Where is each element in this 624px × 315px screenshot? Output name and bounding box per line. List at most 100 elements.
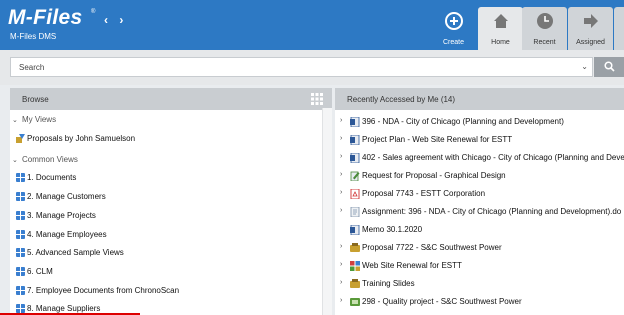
create-label: Create: [442, 39, 464, 46]
browse-title: Browse: [22, 95, 49, 104]
clock-icon: [536, 13, 553, 29]
view-item-label: 7. Employee Documents from ChronoScan: [27, 286, 180, 295]
assigned-label: Assigned: [576, 39, 605, 46]
grid-menu-icon[interactable]: [311, 93, 323, 105]
list-item-label: Project Plan - Web Site Renewal for ESTT: [362, 135, 513, 144]
forward-button[interactable]: ›: [119, 13, 123, 27]
plus-circle-icon: [444, 12, 463, 30]
search-placeholder: Search: [19, 63, 45, 72]
edit-doc-icon: [350, 171, 360, 181]
browse-header: Browse: [10, 88, 332, 110]
create-button[interactable]: Create: [431, 7, 476, 50]
project-icon: [350, 298, 360, 306]
list-item[interactable]: › Training Slides: [340, 276, 624, 292]
list-item-label: 402 - Sales agreement with Chicago - Cit…: [362, 153, 624, 162]
vault-name: M-Files DMS: [10, 32, 57, 41]
browse-scrollbar[interactable]: [322, 108, 332, 315]
list-item[interactable]: › Assignment: 396 - NDA - City of Chicag…: [340, 204, 624, 220]
view-item-label: 2. Manage Customers: [27, 192, 106, 201]
list-item[interactable]: › 396 - NDA - City of Chicago (Planning …: [340, 114, 624, 130]
expand-chevron-icon[interactable]: ›: [340, 279, 342, 286]
tab-assigned[interactable]: Assigned: [568, 7, 613, 50]
proposal-view-icon: [16, 134, 25, 143]
collapse-chevron-icon: ⌄: [12, 117, 18, 124]
tab-more[interactable]: [614, 7, 624, 50]
list-item[interactable]: › Project Plan - Web Site Renewal for ES…: [340, 132, 624, 148]
search-button[interactable]: [594, 57, 624, 77]
tab-recent[interactable]: Recent: [522, 7, 567, 50]
browse-pane: Browse: [10, 88, 332, 315]
view-item-label: Proposals by John Samuelson: [27, 134, 136, 143]
view-icon: [16, 230, 25, 239]
list-item[interactable]: › Request for Proposal - Graphical Desig…: [340, 168, 624, 184]
list-item[interactable]: › Web Site Renewal for ESTT: [340, 258, 624, 274]
search-bar: Search ⌄: [0, 50, 624, 85]
view-item-label: 4. Manage Employees: [27, 230, 107, 239]
nav-arrows: ‹ ›: [104, 13, 131, 27]
view-icon: [16, 286, 25, 295]
expand-chevron-icon[interactable]: ›: [340, 135, 342, 142]
word-doc-icon: [350, 117, 360, 127]
recent-header: Recently Accessed by Me (14): [335, 88, 624, 110]
recent-label: Recent: [533, 39, 556, 46]
collapse-chevron-icon: ⌄: [12, 157, 18, 164]
list-item[interactable]: › Proposal 7722 - S&C Southwest Power: [340, 240, 624, 256]
expand-chevron-icon[interactable]: ›: [340, 117, 342, 124]
app-header: M-Files ® M-Files DMS ‹ › Create Home Re…: [0, 0, 624, 50]
view-item-label: 6. CLM: [27, 267, 53, 276]
list-item-label: Request for Proposal - Graphical Design: [362, 171, 506, 180]
project-icon: [350, 261, 360, 271]
expand-chevron-icon[interactable]: ›: [340, 243, 342, 250]
expand-chevron-icon[interactable]: ›: [340, 207, 342, 214]
word-doc-icon: [350, 225, 360, 235]
search-icon: [604, 61, 615, 72]
list-item-label: 298 - Quality project - S&C Southwest Po…: [362, 297, 522, 306]
arrow-right-icon: [583, 14, 598, 28]
my-views-section[interactable]: ⌄ My Views: [12, 115, 56, 124]
view-item-label: 5. Advanced Sample Views: [27, 248, 124, 257]
list-item-label: 396 - NDA - City of Chicago (Planning an…: [362, 117, 564, 126]
list-item-label: Web Site Renewal for ESTT: [362, 261, 462, 270]
view-item-label: 3. Manage Projects: [27, 211, 96, 220]
view-icon: [16, 267, 25, 276]
pdf-icon: [350, 189, 360, 199]
list-item[interactable]: › 402 - Sales agreement with Chicago - C…: [340, 150, 624, 166]
expand-chevron-icon[interactable]: ›: [340, 153, 342, 160]
tab-home[interactable]: Home: [478, 7, 523, 50]
assignment-icon: [350, 207, 360, 217]
list-item-label: Assignment: 396 - NDA - City of Chicago …: [362, 207, 622, 216]
common-views-label: Common Views: [22, 155, 78, 164]
view-item-label: 8. Manage Suppliers: [27, 304, 101, 313]
word-doc-icon: [350, 135, 360, 145]
list-item-label: Proposal 7722 - S&C Southwest Power: [362, 243, 502, 252]
view-icon: [16, 211, 25, 220]
common-views-section[interactable]: ⌄ Common Views: [12, 155, 78, 164]
back-button[interactable]: ‹: [104, 13, 108, 27]
expand-chevron-icon[interactable]: ›: [340, 189, 342, 196]
search-input[interactable]: Search ⌄: [10, 57, 593, 77]
list-item[interactable]: Memo 30.1.2020: [340, 222, 624, 238]
view-item-label: 1. Documents: [27, 173, 77, 182]
word-doc-icon: [350, 153, 360, 163]
view-icon: [16, 248, 25, 257]
home-label: Home: [491, 39, 510, 46]
expand-chevron-icon[interactable]: ›: [340, 297, 342, 304]
slides-icon: [350, 279, 360, 288]
list-item[interactable]: › Proposal 7743 - ESTT Corporation: [340, 186, 624, 202]
expand-chevron-icon[interactable]: ›: [340, 261, 342, 268]
list-item-label: Proposal 7743 - ESTT Corporation: [362, 189, 486, 198]
list-item-label: Memo 30.1.2020: [362, 225, 423, 234]
proposal-icon: [350, 243, 360, 252]
view-icon: [16, 304, 25, 313]
list-item[interactable]: › 298 - Quality project - S&C Southwest …: [340, 294, 624, 310]
my-views-label: My Views: [22, 115, 57, 124]
view-icon: [16, 192, 25, 201]
home-icon: [493, 14, 508, 28]
registered-mark: ®: [91, 9, 96, 15]
expand-chevron-icon[interactable]: ›: [340, 171, 342, 178]
recent-title: Recently Accessed by Me (14): [347, 95, 456, 104]
app-logo: M-Files: [8, 6, 83, 29]
chevron-down-icon[interactable]: ⌄: [581, 62, 588, 71]
view-icon: [16, 173, 25, 182]
list-item-label: Training Slides: [362, 279, 415, 288]
